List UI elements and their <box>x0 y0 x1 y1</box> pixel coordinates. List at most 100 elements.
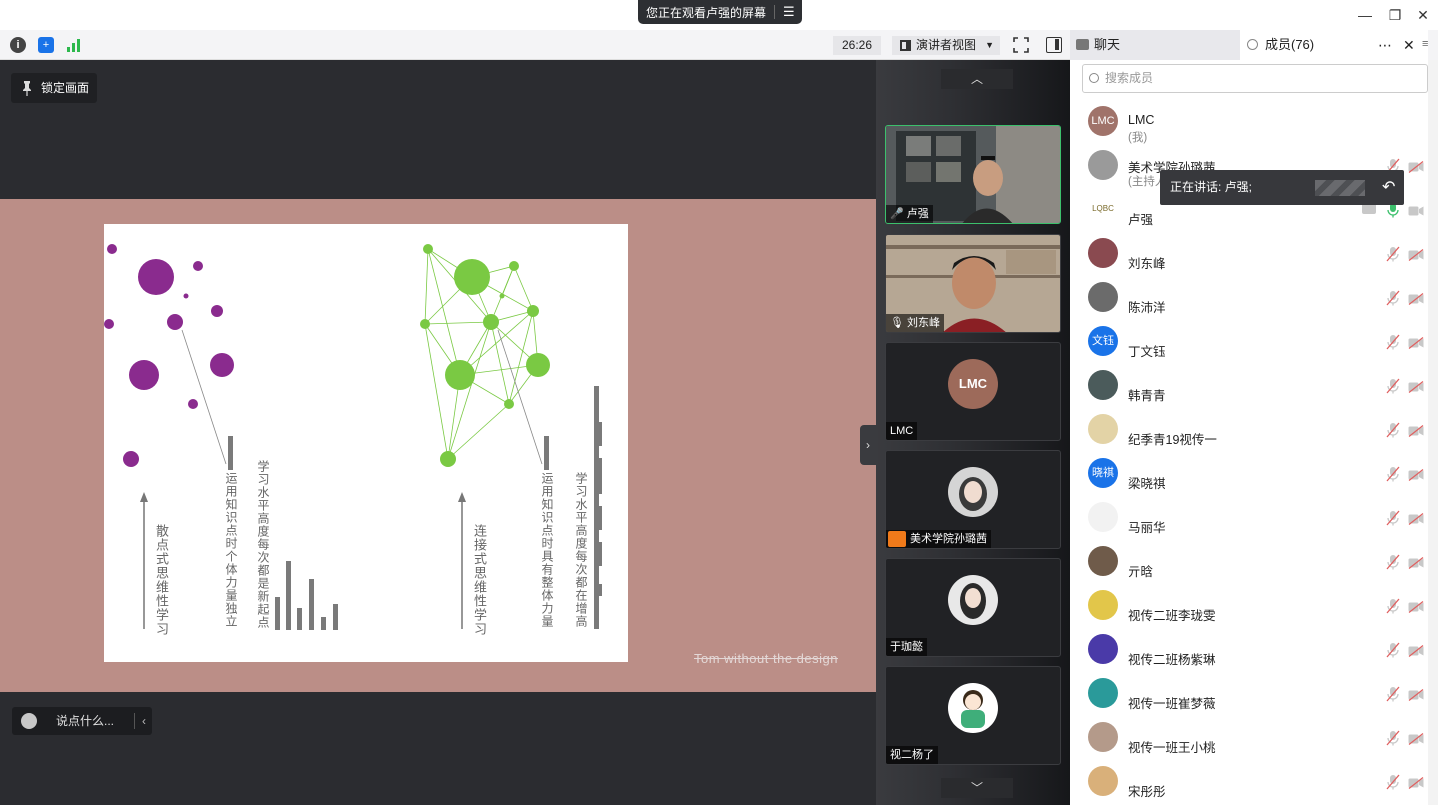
member-row[interactable]: 视传二班杨紫琳 <box>1070 628 1438 672</box>
mic-muted-icon[interactable] <box>1386 334 1400 350</box>
mic-muted-icon[interactable] <box>1386 642 1400 658</box>
member-avatar <box>1088 150 1118 180</box>
camera-off-icon[interactable] <box>1408 160 1424 173</box>
fullscreen-icon[interactable] <box>1013 37 1029 53</box>
member-avatar <box>1088 766 1118 796</box>
banner-divider <box>774 5 776 19</box>
video-tile[interactable]: 🎙 刘东峰 <box>885 234 1061 333</box>
member-row[interactable]: 马丽华 <box>1070 496 1438 540</box>
scatter-label: 散点式思维性学习 <box>153 524 168 636</box>
video-tile[interactable]: 美术学院孙璐茜 <box>885 450 1061 549</box>
member-name: 丁文钰 <box>1128 345 1166 359</box>
emoji-icon[interactable] <box>21 713 37 729</box>
member-avatar <box>1088 590 1118 620</box>
member-avatar: LMC <box>1088 106 1118 136</box>
camera-off-icon[interactable] <box>1408 292 1424 305</box>
chat-input[interactable]: 说点什么... ‹ <box>12 707 152 735</box>
camera-off-icon[interactable] <box>1408 688 1424 701</box>
member-row[interactable]: 晓祺 梁晓祺 <box>1070 452 1438 496</box>
member-name: 梁晓祺 <box>1128 477 1166 491</box>
tab-members[interactable]: 成员(76) ⋯ ✕ <box>1240 30 1428 60</box>
member-row[interactable]: 亓晗 <box>1070 540 1438 584</box>
mic-muted-icon[interactable] <box>1386 246 1400 262</box>
camera-off-icon[interactable] <box>1408 600 1424 613</box>
member-row[interactable]: 纪季青19视传一 <box>1070 408 1438 452</box>
camera-off-icon[interactable] <box>1408 732 1424 745</box>
member-row[interactable]: 视传一班崔梦薇 <box>1070 672 1438 716</box>
mic-muted-icon[interactable] <box>1386 378 1400 394</box>
return-icon[interactable]: ↶ <box>1382 170 1395 205</box>
member-row[interactable]: 视传二班李珑雯 <box>1070 584 1438 628</box>
mic-muted-icon[interactable] <box>1386 686 1400 702</box>
member-row[interactable]: 视传一班王小桃 <box>1070 716 1438 760</box>
camera-off-icon[interactable] <box>1408 556 1424 569</box>
connect-label: 连接式思维性学习 <box>471 524 486 636</box>
audio-wave-icon <box>1315 180 1365 196</box>
view-mode-label: 演讲者视图 <box>916 38 977 52</box>
connect-desc-1: 运用知识点时具有整体力量 <box>540 472 554 628</box>
member-row[interactable]: 陈沛洋 <box>1070 276 1438 320</box>
member-name: 韩青青 <box>1128 389 1166 403</box>
camera-off-icon[interactable] <box>1408 248 1424 261</box>
scroll-up-button[interactable]: ︿ <box>941 69 1013 89</box>
sidebar-toggle-icon[interactable] <box>1046 37 1062 53</box>
banner-menu-icon[interactable]: ☰ <box>783 4 795 20</box>
info-icon[interactable]: i <box>10 37 26 53</box>
chat-input-placeholder: 说点什么... <box>56 714 115 728</box>
view-mode-select[interactable]: 演讲者视图 ▼ <box>892 36 1000 55</box>
tab-chat-label: 聊天 <box>1094 37 1121 52</box>
member-avatar: 晓祺 <box>1088 458 1118 488</box>
divider <box>134 713 135 729</box>
member-row[interactable]: 刘东峰 <box>1070 232 1438 276</box>
mic-muted-icon[interactable] <box>1386 422 1400 438</box>
chevron-left-icon[interactable]: ‹ <box>142 707 146 735</box>
member-row[interactable]: LMC LMC (我) <box>1070 100 1438 144</box>
video-tile[interactable]: 于珈懿 <box>885 558 1061 657</box>
close-icon[interactable]: ✕ <box>1414 6 1432 24</box>
mic-muted-icon[interactable] <box>1386 510 1400 526</box>
security-shield-icon[interactable]: + <box>38 37 54 53</box>
member-row[interactable]: 韩青青 <box>1070 364 1438 408</box>
restore-icon[interactable]: ❐ <box>1386 6 1404 24</box>
camera-off-icon[interactable] <box>1408 512 1424 525</box>
scroll-down-button[interactable]: ﹀ <box>941 778 1013 798</box>
scrollbar[interactable] <box>1428 60 1438 805</box>
member-row[interactable]: 宋彤彤 <box>1070 760 1438 804</box>
mic-muted-icon[interactable] <box>1386 774 1400 790</box>
member-role: (我) <box>1128 132 1148 144</box>
mic-muted-icon[interactable] <box>1386 554 1400 570</box>
member-name: 陈沛洋 <box>1128 301 1166 315</box>
video-tile[interactable]: 🎤 卢强 <box>885 125 1061 224</box>
mic-muted-icon[interactable] <box>1386 466 1400 482</box>
member-name: LMC <box>1128 113 1155 127</box>
collapse-video-button[interactable]: › <box>860 425 876 465</box>
camera-off-icon[interactable] <box>1408 468 1424 481</box>
mic-muted-icon[interactable] <box>1386 730 1400 746</box>
tab-chat[interactable]: 聊天 <box>1070 30 1240 60</box>
member-row[interactable]: 文钰 丁文钰 <box>1070 320 1438 364</box>
panel-menu-icon[interactable]: ≡ <box>1422 39 1432 50</box>
more-icon[interactable]: ⋯ <box>1378 30 1392 60</box>
lock-screen-button[interactable]: 锁定画面 <box>11 73 97 103</box>
member-avatar <box>1088 722 1118 752</box>
minimize-icon[interactable]: — <box>1356 6 1374 24</box>
camera-off-icon[interactable] <box>1408 380 1424 393</box>
share-banner: 您正在观看卢强的屏幕 ☰ <box>638 0 802 24</box>
camera-off-icon[interactable] <box>1408 424 1424 437</box>
member-search-input[interactable]: 搜索成员 <box>1082 64 1428 93</box>
member-name: 视传一班王小桃 <box>1128 741 1216 755</box>
member-name: 刘东峰 <box>1128 257 1166 271</box>
share-banner-text: 您正在观看卢强的屏幕 <box>646 5 767 20</box>
camera-off-icon[interactable] <box>1408 644 1424 657</box>
mic-muted-icon[interactable] <box>1386 598 1400 614</box>
camera-off-icon[interactable] <box>1408 776 1424 789</box>
video-gallery: ︿ 🎤 卢强 🎙 刘东峰 LMC LMC 美术学院孙璐茜 于珈懿 视二杨了 ﹀ <box>876 60 1070 805</box>
mic-muted-icon[interactable] <box>1386 290 1400 306</box>
chevron-down-icon: ▼ <box>985 40 994 50</box>
camera-off-icon[interactable] <box>1408 336 1424 349</box>
video-tile[interactable]: 视二杨了 <box>885 666 1061 765</box>
close-panel-icon[interactable]: ✕ <box>1403 30 1415 60</box>
signal-icon[interactable] <box>66 37 82 53</box>
video-tile[interactable]: LMC LMC <box>885 342 1061 441</box>
camera-off-icon[interactable] <box>1408 204 1424 216</box>
